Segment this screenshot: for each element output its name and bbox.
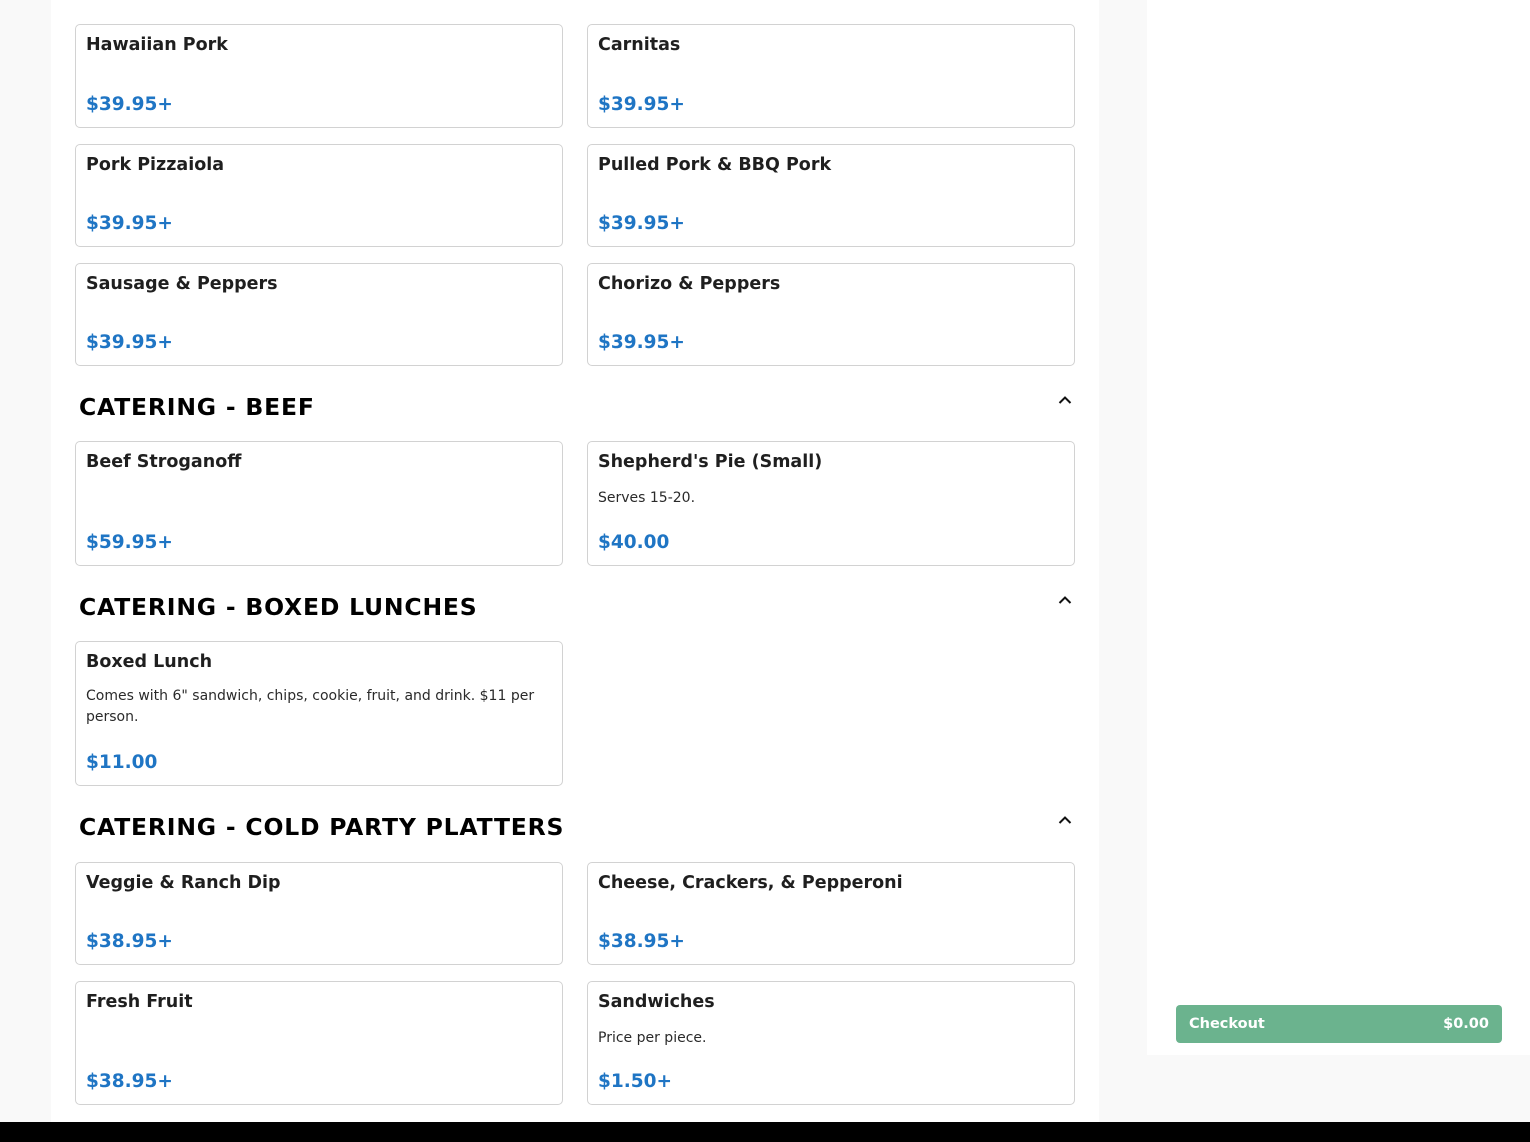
item-name: Sausage & Peppers [86, 274, 278, 294]
item-name: Hawaiian Pork [86, 35, 228, 55]
item-price: $38.95+ [86, 1071, 173, 1092]
item-price: $39.95+ [86, 213, 173, 234]
item-price: $39.95+ [598, 94, 685, 115]
item-name: Carnitas [598, 35, 681, 55]
item-price: $39.95+ [86, 94, 173, 115]
chevron-up-icon[interactable] [1058, 595, 1072, 605]
menu-item-card[interactable]: Boxed Lunch Comes with 6" sandwich, chip… [75, 641, 563, 786]
chevron-up-icon[interactable] [1058, 395, 1072, 405]
checkout-button[interactable]: Checkout $0.00 [1176, 1005, 1502, 1043]
bottom-bar [0, 1122, 1530, 1142]
item-name: Fresh Fruit [86, 992, 193, 1012]
item-price: $38.95+ [86, 931, 173, 952]
menu-item-card[interactable]: Chorizo & Peppers $39.95+ [587, 263, 1075, 366]
menu-item-card[interactable]: Pulled Pork & BBQ Pork $39.95+ [587, 144, 1075, 247]
item-description: Serves 15-20. [598, 490, 696, 506]
menu-item-card[interactable]: Veggie & Ranch Dip $38.95+ [75, 862, 563, 965]
item-name: Cheese, Crackers, & Pepperoni [598, 873, 903, 893]
item-price: $39.95+ [598, 332, 685, 353]
section-title-beef[interactable]: CATERING - BEEF [79, 393, 315, 421]
section-title-cold-party-platters[interactable]: CATERING - COLD PARTY PLATTERS [79, 813, 564, 841]
item-name: Veggie & Ranch Dip [86, 873, 281, 893]
section-title-boxed-lunches[interactable]: CATERING - BOXED LUNCHES [79, 593, 478, 621]
item-name: Pulled Pork & BBQ Pork [598, 155, 832, 175]
menu-item-card[interactable]: Cheese, Crackers, & Pepperoni $38.95+ [587, 862, 1075, 965]
item-price: $40.00 [598, 532, 670, 553]
item-description: Comes with 6" sandwich, chips, cookie, f… [86, 688, 535, 725]
item-price: $1.50+ [598, 1071, 673, 1092]
item-name: Boxed Lunch [86, 652, 213, 672]
menu-item-card[interactable]: Shepherd's Pie (Small) Serves 15-20. $40… [587, 441, 1075, 566]
item-name: Sandwiches [598, 992, 715, 1012]
cart-total: $0.00 [1443, 1016, 1489, 1032]
cart-panel [1147, 0, 1530, 1055]
chevron-up-icon[interactable] [1058, 815, 1072, 825]
menu-item-card[interactable]: Pork Pizzaiola $39.95+ [75, 144, 563, 247]
item-price: $39.95+ [86, 332, 173, 353]
item-name: Shepherd's Pie (Small) [598, 452, 823, 472]
item-name: Beef Stroganoff [86, 452, 242, 472]
item-price: $39.95+ [598, 213, 685, 234]
menu-item-card[interactable]: Sandwiches Price per piece. $1.50+ [587, 981, 1075, 1105]
menu-item-card[interactable]: Hawaiian Pork $39.95+ [75, 24, 563, 128]
item-name: Pork Pizzaiola [86, 155, 225, 175]
menu-item-card[interactable]: Carnitas $39.95+ [587, 24, 1075, 128]
menu-item-card[interactable]: Beef Stroganoff $59.95+ [75, 441, 563, 566]
menu-item-card[interactable]: Sausage & Peppers $39.95+ [75, 263, 563, 366]
checkout-label: Checkout [1189, 1016, 1265, 1032]
item-price: $11.00 [86, 752, 158, 773]
menu-item-card[interactable]: Fresh Fruit $38.95+ [75, 981, 563, 1105]
item-price: $38.95+ [598, 931, 685, 952]
item-name: Chorizo & Peppers [598, 274, 781, 294]
item-description: Price per piece. [598, 1030, 707, 1046]
item-price: $59.95+ [86, 532, 173, 553]
